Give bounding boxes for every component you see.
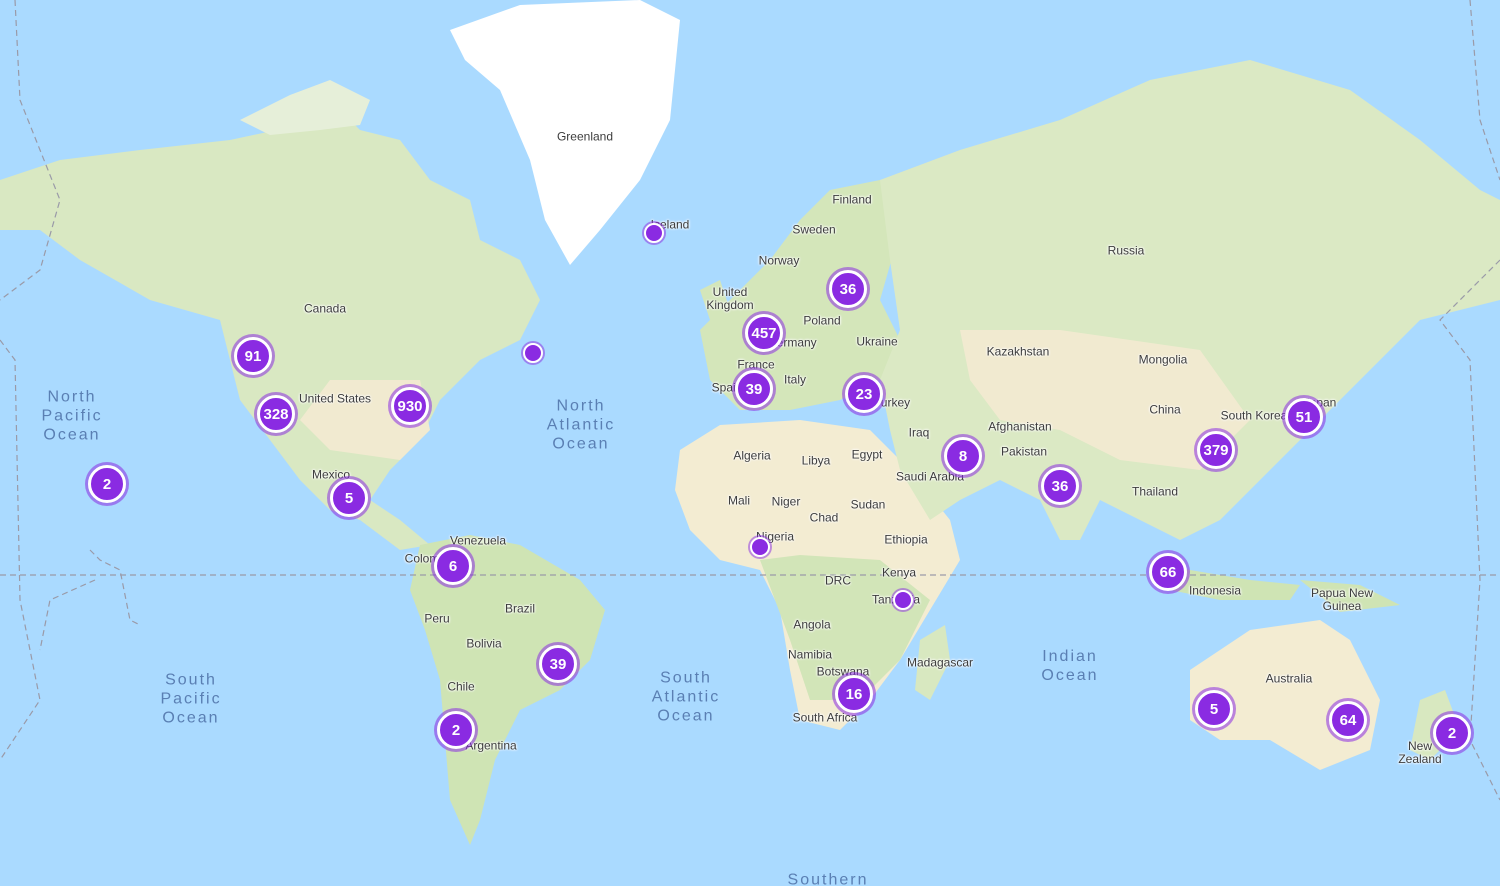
country-label: Finland xyxy=(832,194,871,207)
country-label: DRC xyxy=(825,575,851,588)
ocean-label: Southern xyxy=(788,871,869,886)
country-label: Norway xyxy=(759,255,800,268)
ocean-label: South Pacific Ocean xyxy=(160,671,221,728)
country-label: Sweden xyxy=(792,224,835,237)
country-label: Algeria xyxy=(733,450,770,463)
ocean-label: Indian Ocean xyxy=(1041,647,1098,685)
location-marker[interactable] xyxy=(523,343,543,363)
country-label: Pakistan xyxy=(1001,446,1047,459)
cluster-marker[interactable]: 39 xyxy=(735,370,773,408)
cluster-marker[interactable]: 379 xyxy=(1197,431,1235,469)
country-label: New Zealand xyxy=(1398,740,1441,766)
country-label: Brazil xyxy=(505,603,535,616)
country-label: Angola xyxy=(793,619,830,632)
country-label: Thailand xyxy=(1132,486,1178,499)
cluster-marker[interactable]: 930 xyxy=(391,387,429,425)
cluster-marker[interactable]: 457 xyxy=(745,314,783,352)
cluster-marker[interactable]: 64 xyxy=(1329,701,1367,739)
cluster-marker[interactable]: 91 xyxy=(234,337,272,375)
dateline-west-south xyxy=(0,340,40,760)
country-label: United States xyxy=(299,393,371,406)
country-label: China xyxy=(1149,404,1180,417)
cluster-marker[interactable]: 36 xyxy=(1041,467,1079,505)
country-label: Afghanistan xyxy=(988,421,1051,434)
boundary-pacific xyxy=(40,550,140,650)
country-label: Indonesia xyxy=(1189,585,1241,598)
country-label: South Korea xyxy=(1221,410,1288,423)
country-label: Mali xyxy=(728,495,750,508)
country-label: Greenland xyxy=(557,131,613,144)
country-label: Ukraine xyxy=(856,336,897,349)
world-map[interactable]: North Pacific Ocean North Atlantic Ocean… xyxy=(0,0,1500,886)
ocean-label: North Atlantic Ocean xyxy=(547,397,615,454)
cluster-marker[interactable]: 5 xyxy=(330,479,368,517)
country-label: Venezuela xyxy=(450,535,506,548)
country-label: Sudan xyxy=(851,499,886,512)
cluster-marker[interactable]: 66 xyxy=(1149,553,1187,591)
country-label: Niger xyxy=(772,496,801,509)
country-label: Mongolia xyxy=(1139,354,1188,367)
country-label: Poland xyxy=(803,315,840,328)
cluster-marker[interactable]: 39 xyxy=(539,645,577,683)
location-marker[interactable] xyxy=(750,537,770,557)
cluster-marker[interactable]: 328 xyxy=(257,395,295,433)
ocean-label: North Pacific Ocean xyxy=(41,388,102,445)
cluster-marker[interactable]: 16 xyxy=(835,675,873,713)
country-label: Bolivia xyxy=(466,638,501,651)
cluster-marker[interactable]: 8 xyxy=(944,437,982,475)
country-label: Kazakhstan xyxy=(987,346,1050,359)
map-tiles xyxy=(0,0,1500,886)
cluster-marker[interactable]: 6 xyxy=(434,547,472,585)
country-label: United Kingdom xyxy=(706,286,753,312)
south-america-landmass xyxy=(410,535,605,845)
country-label: Peru xyxy=(424,613,449,626)
country-label: Argentina xyxy=(465,740,516,753)
cluster-marker[interactable]: 23 xyxy=(845,375,883,413)
dateline-west xyxy=(0,0,60,300)
location-marker[interactable] xyxy=(893,590,913,610)
ocean-label: South Atlantic Ocean xyxy=(652,669,720,726)
cluster-marker[interactable]: 51 xyxy=(1285,398,1323,436)
dateline-east xyxy=(1470,0,1500,180)
country-label: Russia xyxy=(1108,245,1145,258)
country-label: Chile xyxy=(447,681,474,694)
country-label: Ethiopia xyxy=(884,534,927,547)
country-label: Australia xyxy=(1266,673,1313,686)
country-label: Libya xyxy=(802,455,831,468)
country-label: South Africa xyxy=(793,712,858,725)
cluster-marker[interactable]: 36 xyxy=(829,270,867,308)
cluster-marker[interactable]: 2 xyxy=(1433,714,1471,752)
country-label: Italy xyxy=(784,374,806,387)
country-label: Canada xyxy=(304,303,346,316)
country-label: Namibia xyxy=(788,649,832,662)
north-america-landmass xyxy=(0,110,540,550)
country-label: Egypt xyxy=(852,449,883,462)
country-label: Iraq xyxy=(909,427,930,440)
country-label: Papua New Guinea xyxy=(1311,587,1373,613)
country-label: Chad xyxy=(810,512,839,525)
cluster-marker[interactable]: 2 xyxy=(437,711,475,749)
cluster-marker[interactable]: 2 xyxy=(88,465,126,503)
country-label: Madagascar xyxy=(907,657,973,670)
country-label: Kenya xyxy=(882,567,916,580)
location-marker[interactable] xyxy=(644,223,664,243)
cluster-marker[interactable]: 5 xyxy=(1195,690,1233,728)
